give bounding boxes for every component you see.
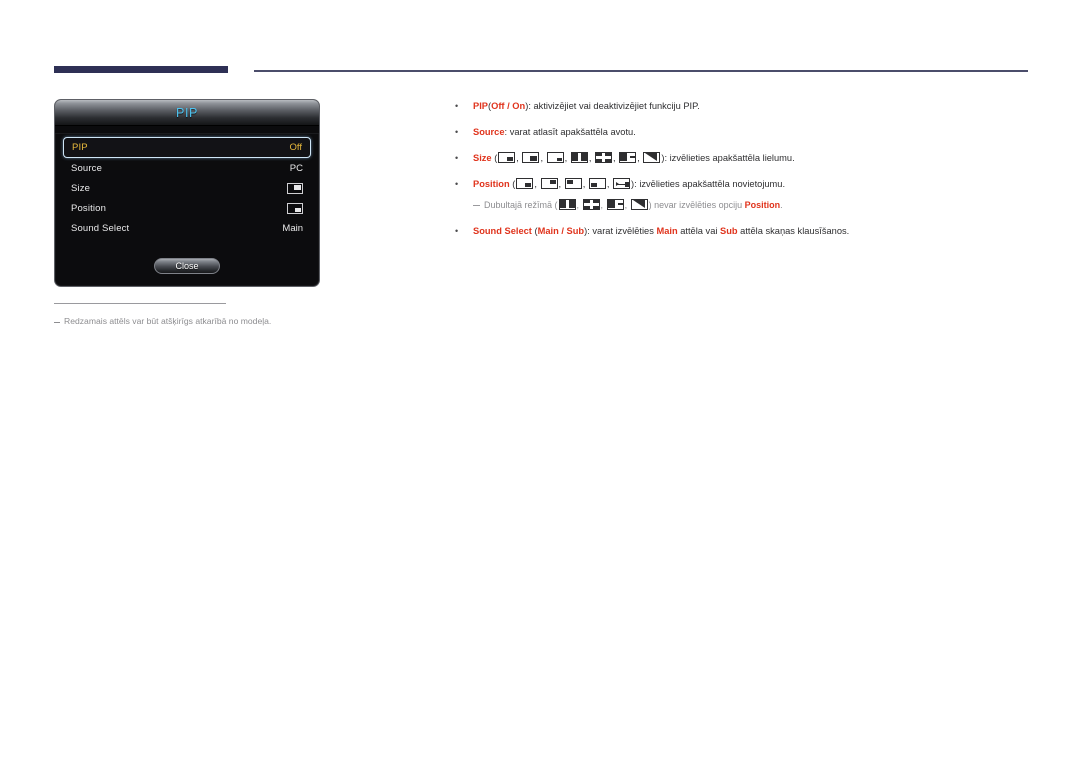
term-pip: PIP: [473, 101, 488, 111]
header-rule: [54, 66, 1028, 76]
osd-row-label: Size: [71, 182, 91, 194]
bullet-icon: •: [455, 127, 459, 137]
osd-row-value: [287, 182, 303, 194]
description: : izvēlieties apakšattēla novietojumu.: [634, 179, 786, 189]
position-bottom-left-icon: [588, 178, 606, 189]
osd-body: PIP Off Source PC Size Position Sound Se…: [55, 134, 319, 238]
footnote-block: Redzamais attēls var būt atšķirīgs atkar…: [54, 303, 344, 328]
note-dual-mode: Dubultajā režīmā (, , , ) nevar izvēlēti…: [473, 198, 1055, 213]
close-button[interactable]: Close: [154, 258, 220, 274]
size-dual-horizontal-icon: [582, 199, 600, 210]
option-main: Main: [537, 226, 559, 236]
description-2: attēla vai: [677, 226, 721, 236]
size-dual-wide-icon: [606, 199, 624, 210]
emphasis-main: Main: [656, 226, 678, 236]
term-source: Source: [473, 127, 505, 137]
osd-row-label: Position: [71, 202, 106, 214]
list-item-size: • Size (, , , , , , ): izvēlieties apakš…: [455, 151, 1055, 166]
osd-row-pip[interactable]: PIP Off: [63, 137, 311, 158]
description: : varat atlasīt apakšattēla avotu.: [504, 127, 636, 137]
osd-row-source[interactable]: Source PC: [63, 158, 311, 178]
list-item-text: Size (, , , , , , ): izvēlieties apakšat…: [473, 152, 795, 163]
term-size: Size: [473, 153, 492, 163]
list-item-source: • Source: varat atlasīt apakšattēla avot…: [455, 125, 1055, 140]
paren-open: (: [509, 179, 516, 189]
pip-osd-panel: PIP PIP Off Source PC Size Position Soun…: [54, 99, 320, 287]
osd-row-value: Main: [282, 222, 303, 234]
screen-size-small-icon: [287, 182, 303, 194]
list-item-pip: • PIP(Off / On): aktivizējiet vai deakti…: [455, 99, 1055, 114]
description: : aktivizējiet vai deaktivizējiet funkci…: [528, 101, 700, 111]
position-bottom-right-icon: [516, 178, 534, 189]
osd-row-label: Sound Select: [71, 222, 130, 234]
osd-title: PIP: [176, 105, 198, 120]
footnote: Redzamais attēls var būt atšķirīgs atkar…: [54, 316, 344, 328]
list-item-text: Position (, , , , ): izvēlieties apakšat…: [473, 178, 786, 189]
footnote-text: Redzamais attēls var būt atšķirīgs atkar…: [64, 316, 272, 326]
term-sound-select: Sound Select: [473, 226, 532, 236]
footnote-divider: [54, 303, 226, 304]
option-separator: /: [558, 226, 567, 236]
note-text: Dubultajā režīmā (, , , ) nevar izvēlēti…: [484, 199, 783, 210]
osd-row-size[interactable]: Size: [63, 178, 311, 198]
note-dash-icon: [473, 205, 480, 206]
description: : izvēlieties apakšattēla lielumu.: [664, 153, 795, 163]
page-root: PIP PIP Off Source PC Size Position Soun…: [0, 0, 1080, 763]
list-item-text: Source: varat atlasīt apakšattēla avotu.: [473, 125, 1055, 140]
osd-row-label: Source: [71, 162, 103, 174]
list-item-position: • Position (, , , , ): izvēlieties apakš…: [455, 177, 1055, 192]
emphasis-sub: Sub: [720, 226, 738, 236]
osd-titlebar: PIP: [55, 100, 319, 126]
header-rule-thick-bar: [54, 66, 228, 73]
list-item-text: PIP(Off / On): aktivizējiet vai deaktivi…: [473, 99, 1055, 114]
size-dual-vertical-icon: [558, 199, 576, 210]
osd-row-value: PC: [289, 162, 303, 174]
osd-row-value: Off: [289, 142, 303, 153]
list-item-text: Sound Select (Main / Sub): varat izvēlēt…: [473, 224, 1055, 239]
osd-row-value: [287, 202, 303, 214]
osd-row-position[interactable]: Position: [63, 198, 311, 218]
note-pre: Dubultajā režīmā (: [484, 200, 558, 210]
description-1: : varat izvēlēties: [587, 226, 657, 236]
bullet-icon: •: [455, 153, 459, 163]
size-dual-diagonal-icon: [630, 199, 648, 210]
osd-row-label: PIP: [72, 142, 88, 153]
size-dual-horizontal-icon: [594, 152, 612, 163]
size-pip-medium-icon: [522, 152, 540, 163]
note-post: .: [780, 200, 783, 210]
option-off: Off: [491, 101, 505, 111]
paren-open: (: [491, 153, 498, 163]
term-position: Position: [473, 179, 510, 189]
position-top-left-icon: [564, 178, 582, 189]
position-top-right-icon: [540, 178, 558, 189]
option-on: On: [512, 101, 526, 111]
size-pip-large-icon: [546, 152, 564, 163]
feature-description-list: • PIP(Off / On): aktivizējiet vai deakti…: [455, 99, 1055, 250]
osd-footer: Close: [55, 258, 319, 274]
bullet-icon: •: [455, 179, 459, 189]
footnote-dash-icon: [54, 322, 60, 323]
list-item-sound-select: • Sound Select (Main / Sub): varat izvēl…: [455, 224, 1055, 239]
term-position: Position: [744, 200, 781, 210]
osd-titlebar-separator: [55, 126, 319, 134]
bullet-icon: •: [455, 226, 459, 236]
size-dual-diagonal-icon: [643, 152, 661, 163]
header-rule-thin-line: [254, 70, 1028, 72]
size-dual-wide-icon: [619, 152, 637, 163]
position-custom-icon: [613, 178, 631, 189]
description-3: attēla skaņas klausīšanos.: [737, 226, 850, 236]
bullet-icon: •: [455, 101, 459, 111]
size-pip-small-icon: [498, 152, 516, 163]
osd-row-sound-select[interactable]: Sound Select Main: [63, 218, 311, 238]
screen-position-bottom-right-icon: [287, 202, 303, 214]
option-sub: Sub: [566, 226, 585, 236]
size-dual-vertical-icon: [570, 152, 588, 163]
note-mid: ) nevar izvēlēties opciju: [648, 200, 745, 210]
